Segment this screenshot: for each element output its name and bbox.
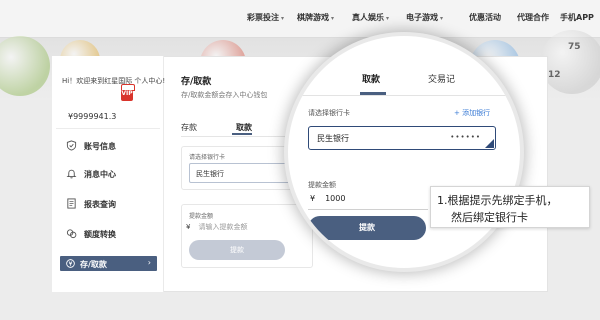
amount-input-zoomed[interactable]: ¥1000 <box>310 194 345 203</box>
tab-transactions-zoomed[interactable]: 交易记 <box>428 72 455 85</box>
amount-label: 提款金额 <box>189 213 214 220</box>
tab-withdraw[interactable]: 取款 <box>236 122 252 133</box>
sidebar-item-account-info[interactable]: 账号信息 <box>66 140 116 152</box>
tab-divider <box>288 95 520 96</box>
chevron-down-icon: ▾ <box>440 15 444 22</box>
amount-label-zoomed: 提款金额 <box>308 181 336 189</box>
tooltip-line-1: 1.根据提示先绑定手机， <box>437 194 558 207</box>
tab-withdraw-zoomed[interactable]: 取款 <box>362 72 380 85</box>
page-subtitle: 存/取款金额会存入中心钱包 <box>181 91 268 99</box>
document-icon <box>67 198 76 209</box>
chevron-down-icon: ▾ <box>331 15 335 22</box>
withdraw-button[interactable]: 提款 <box>189 240 285 260</box>
sidebar-item-messages[interactable]: 消息中心 <box>66 168 116 180</box>
magnifier-zoom: 取款 交易记 请选择银行卡 + 添加银行 民生银行 •••••• 提款金额 ¥1… <box>288 36 520 268</box>
amount-underline <box>308 209 428 210</box>
tooltip-line-2: 然后绑定银行卡 <box>451 211 528 224</box>
bank-select-label: 请选择银行卡 <box>189 154 226 161</box>
yen-circle-icon <box>66 259 75 268</box>
divider <box>56 128 160 129</box>
welcome-text: Hi！欢迎来到红星国际 个人中心! <box>62 77 166 85</box>
chevron-down-icon: ▾ <box>386 15 390 22</box>
chevron-right-icon: › <box>147 258 151 267</box>
top-nav: 彩票投注 ▾ 棋牌游戏 ▾ 真人娱乐 ▾ 电子游戏 ▾ 优惠活动 代理合作 手机APP <box>0 0 600 38</box>
nav-item-mobile-app[interactable]: 手机APP <box>560 12 594 23</box>
shield-check-icon <box>66 140 77 151</box>
nav-item-slots[interactable]: 电子游戏 ▾ <box>406 12 443 23</box>
tab-deposit[interactable]: 存款 <box>181 122 197 133</box>
nav-item-promotions[interactable]: 优惠活动 <box>469 12 501 23</box>
bank-select-label-zoomed: 请选择银行卡 <box>308 109 350 117</box>
nav-item-lottery[interactable]: 彩票投注 ▾ <box>247 12 284 23</box>
nav-item-chess-cards[interactable]: 棋牌游戏 ▾ <box>297 12 334 23</box>
lottery-ball-image <box>540 30 600 94</box>
nav-item-agency[interactable]: 代理合作 <box>517 12 549 23</box>
instruction-tooltip: 1.根据提示先绑定手机， 然后绑定银行卡 <box>430 186 590 228</box>
page-title: 存/取款 <box>181 77 212 87</box>
sidebar-item-reports[interactable]: 报表查询 <box>66 198 116 210</box>
bell-icon <box>66 169 77 179</box>
balance-amount: ¥9999941.3 <box>68 112 117 121</box>
chevron-down-icon: ▾ <box>281 15 285 22</box>
sidebar-item-deposit-withdraw[interactable]: 存/取款 › <box>60 256 157 271</box>
bank-select-field-zoomed[interactable]: 民生银行 •••••• <box>308 126 496 150</box>
ball-number: 12 <box>548 70 561 80</box>
selected-corner-icon <box>485 139 494 148</box>
tab-active-indicator <box>360 92 386 95</box>
vip-badge-icon: VIP <box>121 84 135 101</box>
transfer-icon <box>66 229 77 239</box>
sidebar-item-transfer[interactable]: 额度转换 <box>66 228 116 240</box>
amount-input[interactable]: ¥ 请输入提款金额 <box>186 222 247 232</box>
add-bank-link[interactable]: + 添加银行 <box>454 108 490 118</box>
withdraw-button-zoomed[interactable]: 提款 <box>308 216 426 240</box>
tab-active-indicator <box>232 133 252 135</box>
ball-number: 75 <box>568 42 581 52</box>
nav-item-live-casino[interactable]: 真人娱乐 ▾ <box>352 12 389 23</box>
